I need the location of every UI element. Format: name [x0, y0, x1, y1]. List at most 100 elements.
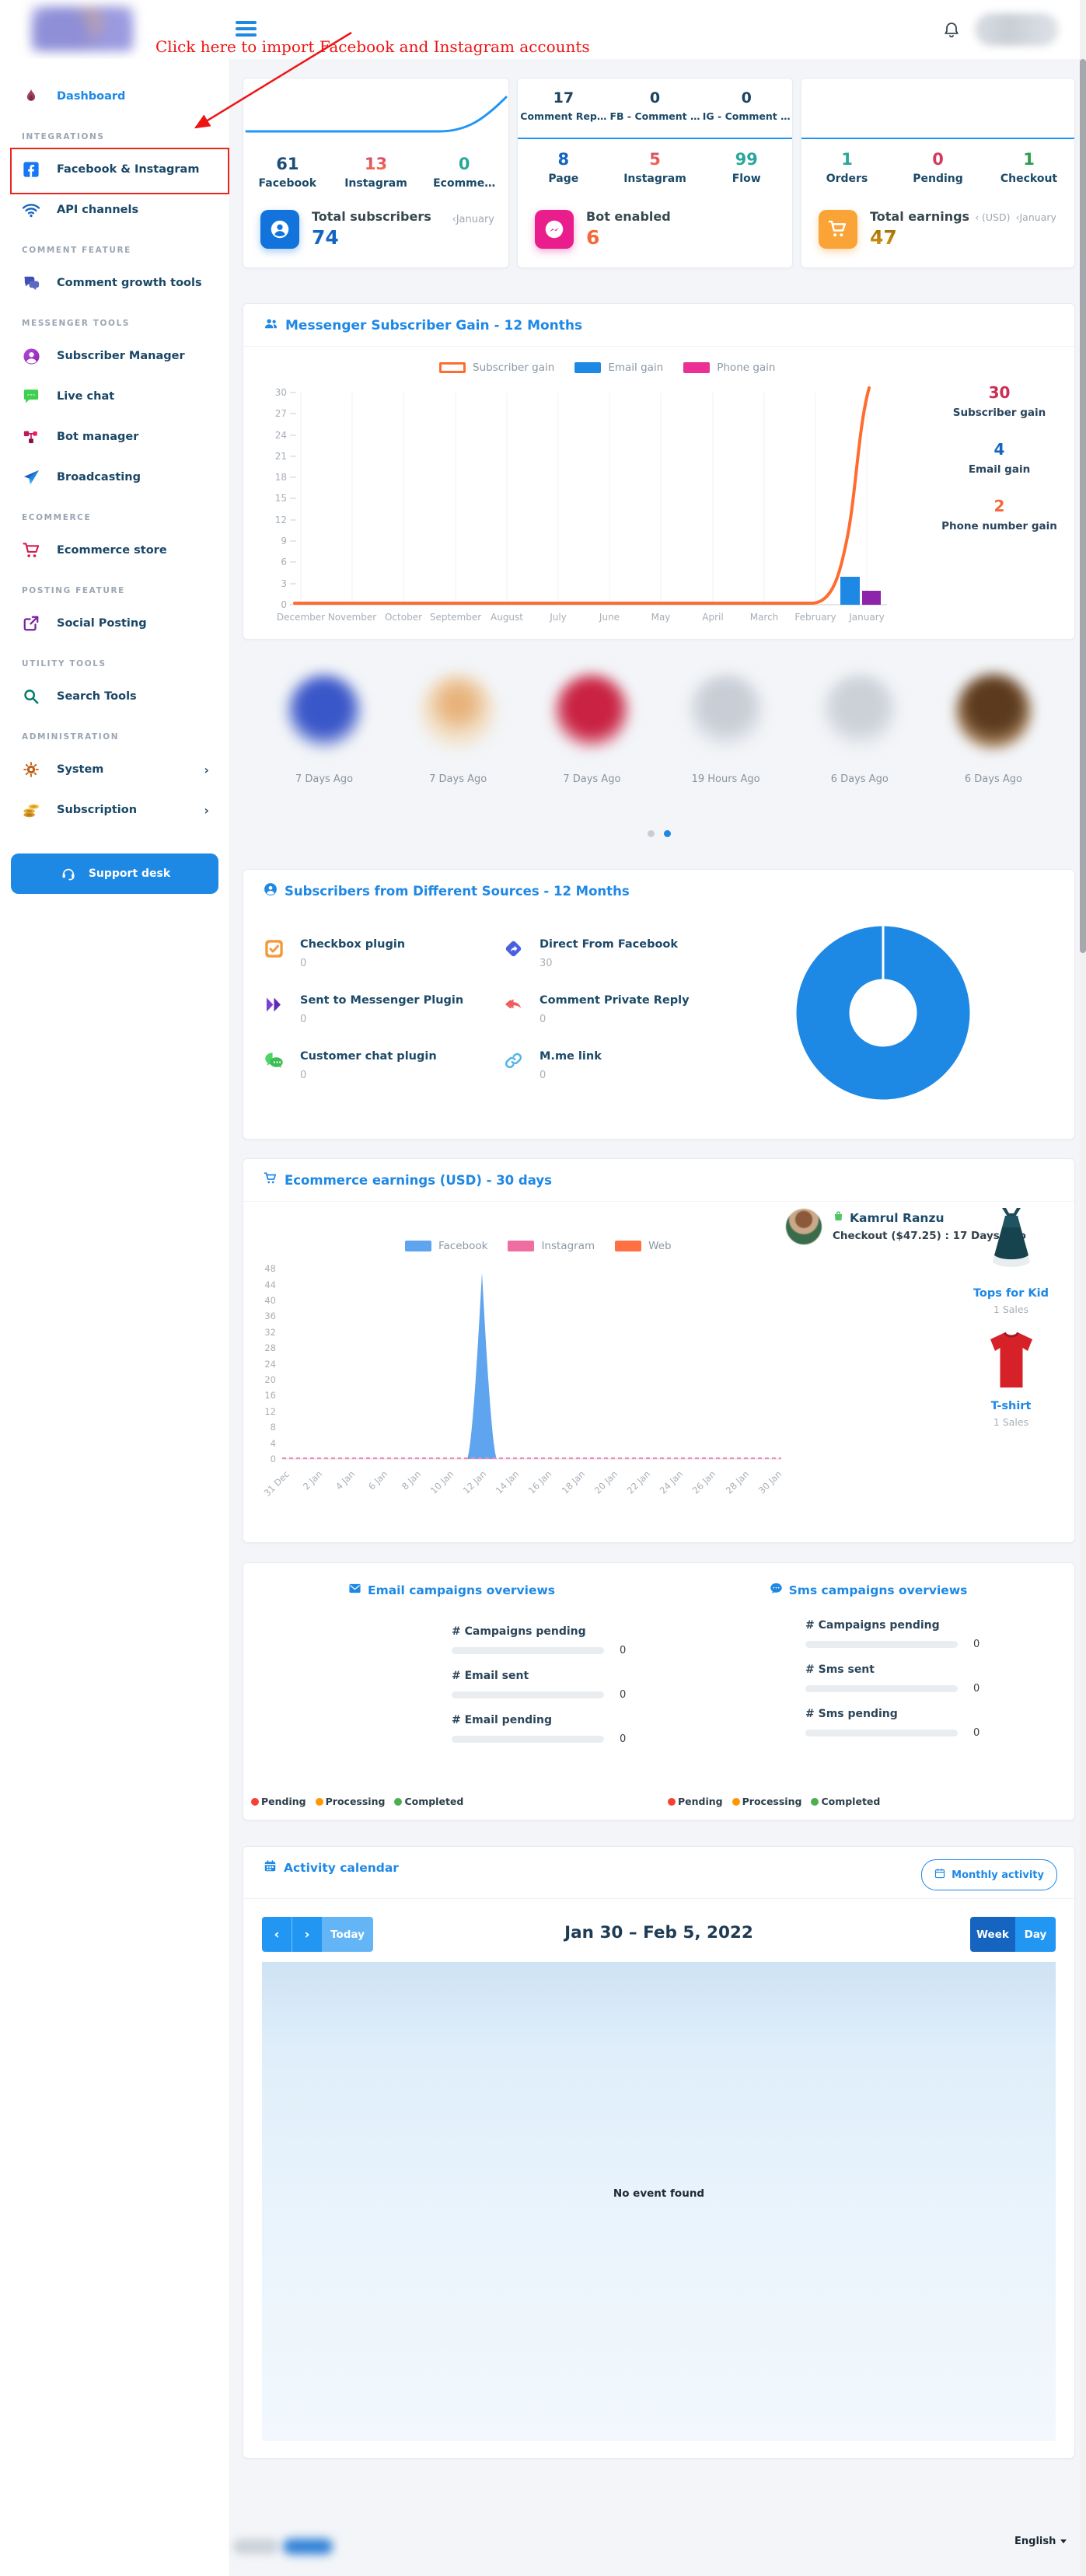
legend-subscriber-gain[interactable]: Subscriber gain	[439, 361, 554, 374]
carousel-subscriber-item[interactable]: 7 Days Ago	[400, 674, 516, 785]
source-comment-private-reply: Comment Private Reply 0	[503, 994, 760, 1032]
carousel-subscriber-item[interactable]: 6 Days Ago	[801, 674, 918, 785]
blurred-avatar	[287, 674, 361, 749]
sidebar-item-label: Comment growth tools	[57, 277, 202, 289]
activity-calendar-card: Activity calendar Monthly activity ‹ › T…	[243, 1846, 1075, 2459]
sidebar-item-social-posting[interactable]: Social Posting	[0, 603, 229, 644]
legend-instagram[interactable]: Instagram	[508, 1240, 595, 1252]
svg-text:28: 28	[264, 1342, 276, 1353]
completed-dot-icon	[394, 1798, 402, 1806]
sidebar-section-administration: ADMINISTRATION	[0, 717, 229, 749]
language-selector[interactable]: English	[1014, 2536, 1067, 2547]
legend-facebook[interactable]: Facebook	[405, 1240, 487, 1252]
summary-email-gain: 4 Email gain	[931, 440, 1067, 497]
legend-phone-gain[interactable]: Phone gain	[683, 361, 775, 374]
carousel-subscriber-item[interactable]: 6 Days Ago	[935, 674, 1052, 785]
sidebar-item-subscription[interactable]: Subscription ›	[0, 790, 229, 830]
blurred-avatar	[421, 674, 495, 749]
svg-text:40: 40	[264, 1295, 276, 1306]
sidebar-item-broadcasting[interactable]: Broadcasting	[0, 457, 229, 497]
messenger-badge-icon	[535, 210, 574, 249]
customer-name[interactable]: Kamrul Ranzu	[850, 1211, 945, 1225]
total-subscribers-row: Total subscribers 74 ‹January	[260, 209, 494, 249]
sidebar-item-facebook-instagram[interactable]: Facebook & Instagram	[0, 149, 229, 190]
sidebar-item-system[interactable]: System ›	[0, 749, 229, 790]
ecommerce-earnings-chart: 0 4 8 12 16 20 24 28 32 36 40 44 48 31 D…	[259, 1258, 795, 1529]
legend-email-gain[interactable]: Email gain	[574, 361, 663, 374]
carousel-dot[interactable]	[648, 830, 655, 837]
calendar-date-range: Jan 30 – Feb 5, 2022	[262, 1923, 1056, 1942]
stat-pending: 0 Pending	[892, 150, 983, 185]
svg-text:32: 32	[264, 1327, 276, 1338]
calendar-day-button[interactable]: Day	[1015, 1917, 1056, 1952]
sources-donut-chart	[791, 921, 975, 1108]
carousel-subscriber-item[interactable]: 19 Hours Ago	[668, 674, 784, 785]
carousel-dot-active[interactable]	[664, 830, 671, 837]
card-divider	[801, 138, 1074, 139]
link-icon	[503, 1050, 524, 1088]
sidebar-item-dashboard[interactable]: Dashboard	[0, 76, 229, 117]
source-customer-chat: Customer chat plugin 0	[264, 1050, 503, 1088]
stat-flow: 99 Flow	[700, 150, 792, 185]
source-mme-link: M.me link 0	[503, 1050, 760, 1088]
svg-text:21: 21	[275, 451, 287, 462]
notification-bell-icon[interactable]	[942, 21, 961, 40]
earnings-period: ‹January	[1016, 211, 1056, 223]
product-image-tshirt[interactable]	[959, 1331, 1063, 1393]
support-desk-button[interactable]: Support desk	[11, 853, 218, 894]
sidebar-section-utility-tools: UTILITY TOOLS	[0, 644, 229, 676]
sidebar-item-api-channels[interactable]: API channels	[0, 190, 229, 230]
calendar-body[interactable]: No event found	[262, 1962, 1056, 2441]
svg-text:28 Jan: 28 Jan	[724, 1468, 751, 1496]
legend-swatch	[508, 1241, 534, 1251]
bot-card: 17 Comment Rep… 0 FB - Comment … 0 IG - …	[517, 78, 793, 268]
subscribers-sparkline	[243, 82, 508, 150]
blurred-avatar	[554, 674, 629, 749]
summary-phone-gain: 2 Phone number gain	[931, 497, 1067, 553]
app-logo[interactable]	[31, 6, 134, 51]
footer-blurred-badge	[283, 2539, 333, 2554]
stat-checkout: 1 Checkout	[983, 150, 1074, 185]
carousel-subscriber-item[interactable]: 7 Days Ago	[533, 674, 650, 785]
sidebar-item-ecommerce-store[interactable]: Ecommerce store	[0, 530, 229, 571]
sidebar-item-live-chat[interactable]: Live chat	[0, 376, 229, 417]
sidebar-item-bot-manager[interactable]: Bot manager	[0, 417, 229, 457]
svg-text:12: 12	[264, 1406, 276, 1417]
carousel-subscriber-item[interactable]: 7 Days Ago	[266, 674, 382, 785]
caret-down-icon	[1060, 2539, 1067, 2543]
divider	[243, 1898, 1074, 1899]
sidebar-item-label: Facebook & Instagram	[57, 163, 199, 176]
monthly-activity-button[interactable]: Monthly activity	[921, 1859, 1057, 1890]
summary-subscriber-gain: 30 Subscriber gain	[931, 383, 1067, 440]
card-divider	[518, 138, 792, 139]
calendar-week-button[interactable]: Week	[970, 1917, 1015, 1952]
svg-text:April: April	[702, 612, 723, 623]
top-products: Tops for Kid 1 Sales T-shirt 1 Sales	[959, 1206, 1063, 1428]
svg-text:20: 20	[264, 1374, 276, 1385]
sidebar-item-subscriber-manager[interactable]: Subscriber Manager	[0, 336, 229, 376]
stat-ecommerce: 0 Ecomme…	[420, 155, 508, 190]
subscriber-time: 7 Days Ago	[533, 773, 650, 785]
double-chevron-icon	[264, 994, 285, 1032]
legend-web[interactable]: Web	[615, 1240, 671, 1252]
sms-campaigns-title: Sms campaigns overviews	[660, 1582, 1077, 1598]
sidebar-item-search-tools[interactable]: Search Tools	[0, 676, 229, 717]
sidebar-item-comment-growth-tools[interactable]: Comment growth tools	[0, 263, 229, 303]
ecommerce-chart-legend: Facebook Instagram Web	[405, 1240, 672, 1252]
svg-text:36: 36	[264, 1311, 276, 1321]
stat-fb-comment: 0 FB - Comment …	[609, 89, 701, 122]
product-name[interactable]: Tops for Kid	[959, 1287, 1063, 1300]
stat-page: 8 Page	[518, 150, 609, 185]
sidebar-section-posting-feature: POSTING FEATURE	[0, 571, 229, 603]
campaign-row: # Sms sent 0	[805, 1663, 1007, 1695]
sidebar-item-label: Social Posting	[57, 617, 147, 630]
product-image-dress[interactable]	[959, 1206, 1063, 1280]
svg-text:24: 24	[275, 430, 287, 441]
scrollbar-thumb[interactable]	[1080, 59, 1086, 953]
svg-text:2 Jan: 2 Jan	[301, 1468, 324, 1492]
share-icon	[22, 614, 40, 633]
product-name[interactable]: T-shirt	[959, 1400, 1063, 1412]
user-account-chip[interactable]	[975, 13, 1059, 46]
svg-text:4 Jan: 4 Jan	[333, 1468, 357, 1492]
checkbox-icon	[264, 938, 285, 976]
